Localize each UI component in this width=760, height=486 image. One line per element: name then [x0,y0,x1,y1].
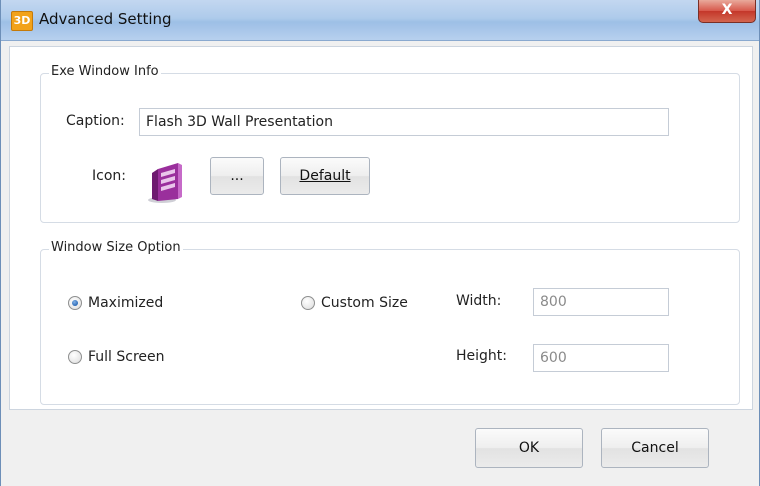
dialog-footer: OK Cancel [1,410,759,486]
ok-button[interactable]: OK [475,428,583,468]
app-3d-icon: 3D [11,11,33,31]
icon-label: Icon: [92,168,126,184]
caption-label: Caption: [66,113,125,129]
exe-window-info-group: Exe Window Info [40,64,740,223]
close-button[interactable]: X [698,0,756,23]
maximized-radio[interactable] [68,296,82,310]
caption-input[interactable] [139,108,669,136]
width-input[interactable] [533,288,669,316]
full-screen-radio-option[interactable]: Full Screen [68,349,165,365]
width-label: Width: [456,293,502,309]
exe-window-info-label: Exe Window Info [49,64,161,79]
full-screen-label: Full Screen [88,349,165,365]
custom-size-label: Custom Size [321,295,408,311]
maximized-radio-option[interactable]: Maximized [68,295,163,311]
window-title: Advanced Setting [39,10,172,28]
title-bar[interactable]: 3D Advanced Setting X [1,0,759,41]
height-label: Height: [456,348,507,364]
height-input[interactable] [533,344,669,372]
custom-size-radio-option[interactable]: Custom Size [301,295,408,311]
dialog-content: Exe Window Info Caption: Icon: ... Defau… [9,46,753,410]
exe-book-icon [148,163,182,203]
close-icon: X [721,2,733,18]
window-size-option-group: Window Size Option [40,240,740,405]
default-icon-button[interactable]: Default [280,157,370,195]
maximized-label: Maximized [88,295,164,311]
browse-icon-button[interactable]: ... [210,157,264,195]
window-size-option-label: Window Size Option [49,240,183,255]
advanced-setting-dialog: 3D Advanced Setting X Exe Window Info Ca… [0,0,760,486]
full-screen-radio[interactable] [68,350,82,364]
custom-size-radio[interactable] [301,296,315,310]
cancel-button[interactable]: Cancel [601,428,709,468]
